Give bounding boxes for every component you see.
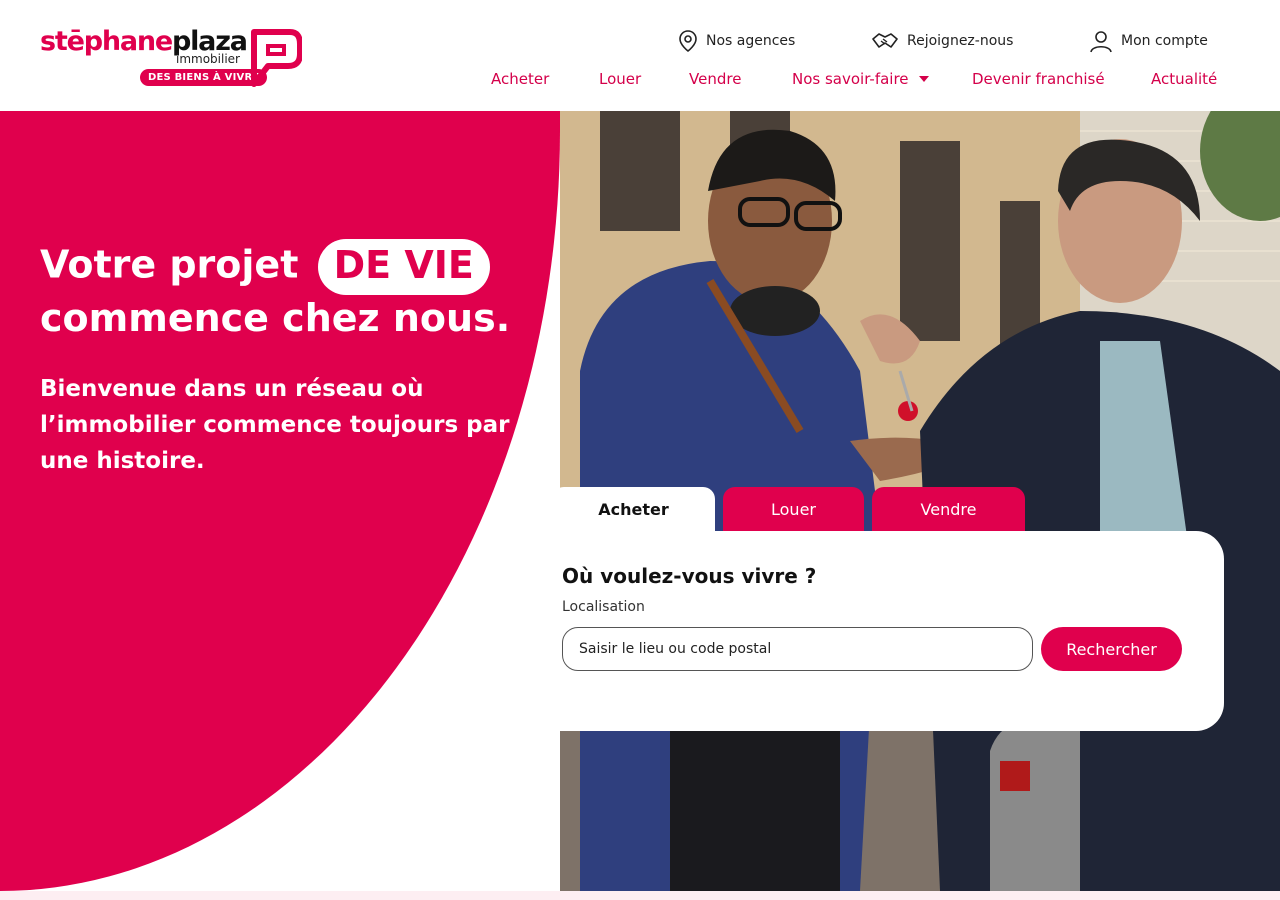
hero-section: Votre projet DE VIE commence chez nous. … [0, 111, 1280, 891]
nav-louer[interactable]: Louer [599, 66, 641, 92]
hero-subtitle: Bienvenue dans un réseau où l’immobilier… [40, 376, 510, 474]
nav-savoir-faire-label: Nos savoir-faire [792, 70, 909, 88]
util-item-rejoignez[interactable]: Rejoignez-nous [871, 26, 1013, 56]
nav-actualite[interactable]: Actualité [1151, 66, 1217, 92]
tab-acheter[interactable]: Acheter [552, 487, 715, 531]
hero-pink-panel [0, 111, 560, 891]
nav-savoir-faire[interactable]: Nos savoir-faire [792, 66, 929, 92]
bottom-strip [0, 891, 1280, 900]
util-item-compte-label: Mon compte [1121, 33, 1208, 49]
tab-louer[interactable]: Louer [723, 487, 864, 531]
tab-vendre[interactable]: Vendre [872, 487, 1025, 531]
localisation-label: Localisation [562, 599, 645, 615]
main-nav: Acheter Louer Vendre Nos savoir-faire De… [0, 66, 1280, 92]
hero-title-line2: commence chez nous. [40, 296, 511, 340]
util-item-agences-label: Nos agences [706, 33, 796, 49]
search-title: Où voulez-vous vivre ? [562, 564, 817, 588]
hero-title: Votre projet DE VIE commence chez nous. [40, 239, 540, 342]
hero-title-highlight: DE VIE [317, 239, 490, 295]
nav-devenir-franchise[interactable]: Devenir franchisé [972, 66, 1105, 92]
site-header: stēphaneplaza immobilier DES BIENS À VIV… [0, 0, 1280, 111]
util-item-agences[interactable]: Nos agences [678, 26, 795, 56]
user-icon [1090, 31, 1112, 53]
search-card: Où voulez-vous vivre ? Localisation Rech… [520, 531, 1224, 731]
nav-acheter[interactable]: Acheter [491, 66, 549, 92]
util-item-compte[interactable]: Mon compte [1089, 26, 1208, 56]
nav-vendre[interactable]: Vendre [689, 66, 741, 92]
utility-nav: Nos agences Rejoignez-nous Mon compte [0, 26, 1280, 56]
caret-down-icon [918, 76, 929, 82]
search-button[interactable]: Rechercher [1041, 627, 1182, 671]
map-pin-icon [679, 30, 697, 53]
handshake-icon [872, 33, 898, 48]
hero-title-line1: Votre projet [40, 242, 299, 287]
location-search-input[interactable] [562, 627, 1033, 671]
util-item-rejoignez-label: Rejoignez-nous [907, 33, 1014, 49]
